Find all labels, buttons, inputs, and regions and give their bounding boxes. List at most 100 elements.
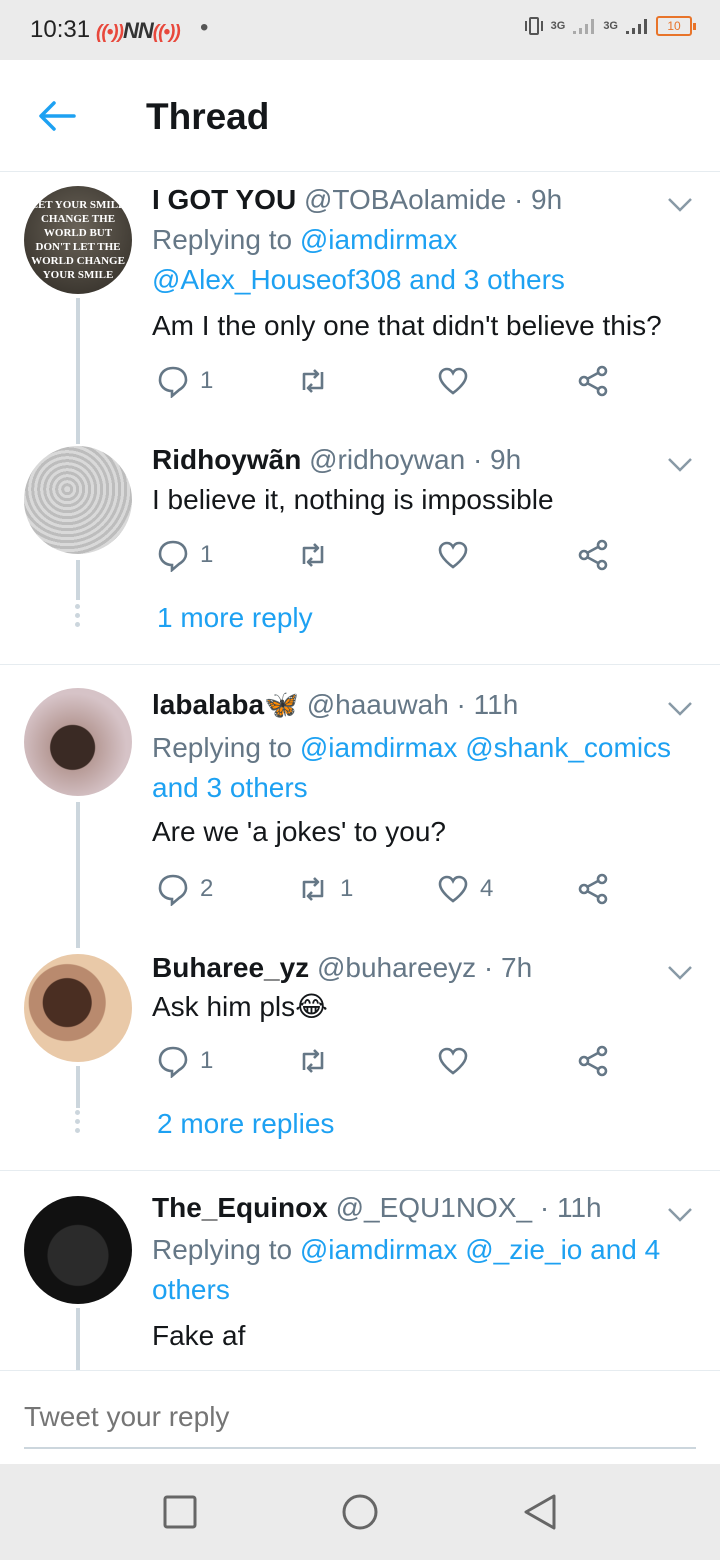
system-nav-bar bbox=[0, 1464, 720, 1560]
avatar[interactable] bbox=[24, 688, 132, 796]
like-icon bbox=[438, 1047, 468, 1075]
status-bar: 10:31 ((•))NN((•)) • 3G 3G 10 bbox=[0, 0, 720, 60]
thread-connector bbox=[76, 1066, 80, 1108]
tweet-text: Are we 'a jokes' to you? bbox=[152, 816, 446, 847]
thread-connector bbox=[76, 1308, 80, 1370]
thread-connector bbox=[76, 298, 80, 444]
tweet-text: Am I the only one that didn't believe th… bbox=[152, 310, 662, 341]
retweet-icon bbox=[302, 369, 324, 393]
avatar[interactable] bbox=[24, 1196, 132, 1304]
tweet-handle: @TOBAolamide · 9h bbox=[303, 184, 563, 215]
more-replies-dots bbox=[74, 604, 82, 631]
retweet-button[interactable] bbox=[296, 538, 340, 572]
tweet-header: I GOT YOU @TOBAolamide · 9h bbox=[152, 184, 562, 216]
share-button[interactable] bbox=[576, 872, 610, 906]
replying-to: Replying to @iamdirmax @_zie_io and 4 ot… bbox=[152, 1230, 700, 1310]
thread-connector bbox=[76, 802, 80, 948]
avatar-text: LET YOUR SMILE CHANGE THE WORLD BUT DON'… bbox=[30, 199, 126, 281]
tweet-text: I believe it, nothing is impossible bbox=[152, 484, 554, 515]
tweet-author-name[interactable]: Buharee_yz bbox=[152, 952, 309, 983]
status-right-icons: 3G 3G 10 bbox=[523, 16, 696, 36]
chevron-down-icon[interactable] bbox=[666, 1204, 694, 1224]
tweet-author-name[interactable]: labalaba🦋 bbox=[152, 689, 299, 720]
avatar[interactable] bbox=[24, 954, 132, 1062]
nav-circle-icon[interactable] bbox=[340, 1492, 380, 1532]
reply-count: 1 bbox=[200, 541, 214, 568]
avatar[interactable]: LET YOUR SMILE CHANGE THE WORLD BUT DON'… bbox=[24, 186, 132, 294]
retweet-count: 1 bbox=[340, 875, 354, 902]
tweet-text: Ask him pls😂 bbox=[152, 991, 328, 1022]
share-icon bbox=[578, 873, 608, 905]
reply-button[interactable]: 1 bbox=[156, 1044, 213, 1078]
like-button[interactable] bbox=[436, 538, 480, 572]
like-count: 4 bbox=[480, 875, 494, 902]
notification-dot-icon: • bbox=[200, 14, 209, 41]
tweet-actions: 1 bbox=[152, 538, 632, 578]
share-button[interactable] bbox=[576, 364, 610, 398]
tweet-header: labalaba🦋 @haauwah · 11h bbox=[152, 688, 518, 721]
reply-count: 1 bbox=[200, 367, 214, 394]
retweet-button[interactable] bbox=[296, 1044, 340, 1078]
tweet-handle: @ridhoywan · 9h bbox=[309, 444, 522, 475]
tweet-handle: @haauwah · 11h bbox=[306, 689, 519, 720]
reply-count: 1 bbox=[200, 1047, 214, 1074]
replying-to-prefix: Replying to bbox=[152, 224, 300, 255]
retweet-button[interactable] bbox=[296, 364, 340, 398]
tweet-author-name[interactable]: The_Equinox bbox=[152, 1192, 328, 1223]
tweet-text: Fake af bbox=[152, 1320, 246, 1351]
like-button[interactable] bbox=[436, 1044, 480, 1078]
replying-to-prefix: Replying to bbox=[152, 732, 300, 763]
vibrate-icon bbox=[524, 17, 543, 35]
tweet-handle: @_EQU1NOX_ · 11h bbox=[335, 1192, 602, 1223]
tweet-handle: @buhareeyz · 7h bbox=[316, 952, 533, 983]
retweet-icon bbox=[302, 1049, 324, 1073]
replying-to-prefix: Replying to bbox=[152, 1234, 300, 1265]
back-arrow-icon[interactable] bbox=[36, 98, 76, 134]
tweet-actions: 1 bbox=[152, 1044, 632, 1084]
chevron-down-icon[interactable] bbox=[666, 698, 694, 718]
reply-button[interactable]: 1 bbox=[156, 538, 213, 572]
reply-count: 2 bbox=[200, 875, 214, 902]
nav-triangle-icon[interactable] bbox=[520, 1492, 560, 1532]
page-title: Thread bbox=[146, 96, 270, 137]
thread-header: Thread bbox=[0, 60, 720, 172]
show-more-replies-link[interactable]: 2 more replies bbox=[157, 1108, 334, 1140]
tweet-actions: 1 bbox=[152, 364, 632, 404]
tweet-header: Ridhoywãn @ridhoywan · 9h bbox=[152, 444, 521, 476]
tweet-author-name[interactable]: Ridhoywãn bbox=[152, 444, 301, 475]
more-replies-dots bbox=[74, 1110, 82, 1137]
like-icon bbox=[438, 541, 468, 569]
share-button[interactable] bbox=[576, 538, 610, 572]
notification-icons: ((•))NN((•)) bbox=[96, 18, 181, 43]
tweet-author-name[interactable]: I GOT YOU bbox=[152, 184, 296, 215]
chevron-down-icon[interactable] bbox=[666, 962, 694, 982]
chevron-down-icon[interactable] bbox=[666, 454, 694, 474]
chevron-down-icon[interactable] bbox=[666, 194, 694, 214]
thread-divider bbox=[0, 1170, 720, 1171]
reply-icon bbox=[158, 540, 188, 572]
reply-icon bbox=[158, 366, 188, 398]
signal-icon bbox=[573, 19, 595, 34]
reply-icon bbox=[158, 874, 188, 906]
reply-button[interactable]: 1 bbox=[156, 364, 213, 398]
like-button[interactable] bbox=[436, 364, 480, 398]
share-icon bbox=[578, 539, 608, 571]
reply-button[interactable]: 2 bbox=[156, 872, 213, 906]
retweet-icon bbox=[302, 877, 324, 901]
retweet-button[interactable]: 1 bbox=[296, 872, 353, 906]
retweet-icon bbox=[302, 543, 324, 567]
nav-square-icon[interactable] bbox=[160, 1492, 200, 1532]
avatar[interactable] bbox=[24, 446, 132, 554]
share-icon bbox=[578, 365, 608, 397]
like-icon bbox=[438, 367, 468, 395]
share-button[interactable] bbox=[576, 1044, 610, 1078]
thread-connector bbox=[76, 560, 80, 600]
reply-input[interactable] bbox=[24, 1401, 696, 1449]
thread-divider bbox=[0, 664, 720, 665]
tweet-header: The_Equinox @_EQU1NOX_ · 11h bbox=[152, 1192, 602, 1224]
show-more-replies-link[interactable]: 1 more reply bbox=[157, 602, 313, 634]
tweet-header: Buharee_yz @buhareeyz · 7h bbox=[152, 952, 532, 984]
network-type-label-2: 3G bbox=[603, 20, 618, 32]
network-type-label: 3G bbox=[550, 20, 566, 32]
like-button[interactable]: 4 bbox=[436, 872, 493, 906]
